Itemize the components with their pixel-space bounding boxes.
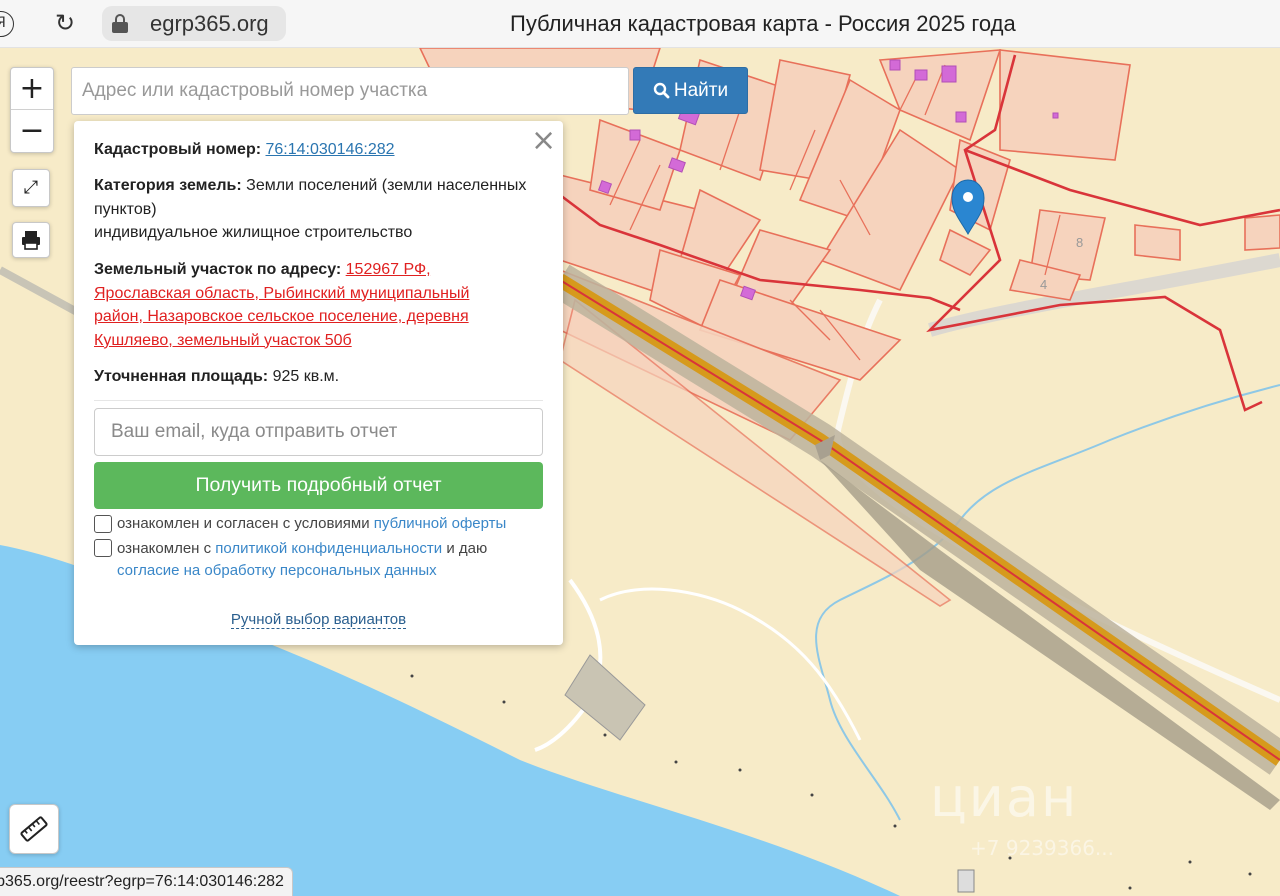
railway-wedge bbox=[820, 460, 1280, 810]
zoom-out-button[interactable]: − bbox=[11, 111, 53, 153]
land-category-label: Категория земель: bbox=[94, 177, 242, 194]
divider bbox=[94, 400, 543, 401]
email-field[interactable] bbox=[94, 408, 543, 456]
fullscreen-icon[interactable]: ⤢ bbox=[12, 169, 50, 207]
personal-data-consent-link[interactable]: согласие на обработку персональных данны… bbox=[117, 562, 437, 579]
area-row: Уточненная площадь: 925 кв.м. bbox=[94, 365, 534, 389]
manual-selection-label: Ручной выбор вариантов bbox=[230, 611, 407, 629]
plot-number-4: 4 bbox=[1040, 277, 1047, 292]
browser-topbar: Я ↻ egrp365.org Публичная кадастровая ка… bbox=[0, 0, 1280, 48]
cadastral-number-link[interactable]: 76:14:030146:282 bbox=[266, 141, 395, 158]
parcel-info-popup: × Кадастровый номер: 76:14:030146:282 Ка… bbox=[74, 121, 563, 645]
close-icon[interactable]: × bbox=[531, 126, 556, 156]
zoom-in-button[interactable]: + bbox=[11, 68, 53, 110]
manual-selection-link[interactable]: Ручной выбор вариантов bbox=[74, 611, 563, 629]
print-icon[interactable] bbox=[12, 222, 50, 258]
public-offer-link[interactable]: публичной оферты bbox=[374, 515, 507, 532]
ruler-icon[interactable] bbox=[9, 804, 59, 854]
offer-consent-label: ознакомлен и согласен с условиями публич… bbox=[117, 513, 537, 535]
lock-icon bbox=[112, 14, 128, 33]
privacy-consent-checkbox[interactable] bbox=[94, 539, 112, 557]
map-pin-icon[interactable] bbox=[951, 179, 985, 236]
permitted-use-value: индивидуальное жилищное строительство bbox=[94, 224, 413, 241]
zoom-controls: + − bbox=[10, 67, 54, 153]
offer-consent-text: ознакомлен и согласен с условиями bbox=[117, 515, 370, 532]
reload-icon[interactable]: ↻ bbox=[52, 8, 78, 38]
address-bar[interactable]: egrp365.org bbox=[102, 6, 286, 41]
plot-number-8: 8 bbox=[1076, 235, 1083, 250]
cadastral-number-label: Кадастровый номер: bbox=[94, 141, 262, 158]
privacy-policy-link[interactable]: политикой конфиденциальности bbox=[215, 540, 442, 557]
status-bar-url: egrp365.org/reestr?egrp=76:14:030146:282 bbox=[0, 867, 293, 896]
land-category-row: Категория земель: Земли поселений (земли… bbox=[94, 174, 534, 245]
address-bar-url: egrp365.org bbox=[150, 11, 269, 36]
get-report-button[interactable]: Получить подробный отчет bbox=[94, 462, 543, 509]
privacy-consent-text-a: ознакомлен с bbox=[117, 540, 212, 557]
watermark-logo: циан bbox=[930, 766, 1079, 829]
search-input[interactable] bbox=[71, 67, 629, 115]
area-value: 925 кв.м. bbox=[272, 368, 340, 385]
cadastral-number-row: Кадастровый номер: 76:14:030146:282 bbox=[94, 138, 534, 162]
pier-structure bbox=[564, 654, 646, 741]
address-label: Земельный участок по адресу: bbox=[94, 261, 342, 278]
yandex-icon[interactable]: Я bbox=[0, 11, 14, 37]
search-button-label: Найти bbox=[673, 80, 729, 101]
address-row: Земельный участок по адресу: 152967 РФ, … bbox=[94, 258, 494, 352]
watermark-phone: +7 9239366... bbox=[970, 836, 1114, 860]
offer-consent-checkbox[interactable] bbox=[94, 515, 112, 533]
page-title: Публичная кадастровая карта - Россия 202… bbox=[510, 11, 1016, 36]
privacy-consent-label: ознакомлен с политикой конфиденциальност… bbox=[117, 538, 537, 582]
area-label: Уточненная площадь: bbox=[94, 368, 269, 385]
privacy-consent-text-b: и даю bbox=[446, 540, 488, 557]
search-button[interactable]: Найти bbox=[633, 67, 748, 114]
search-icon bbox=[653, 83, 670, 99]
pier-small-shed bbox=[957, 869, 975, 893]
